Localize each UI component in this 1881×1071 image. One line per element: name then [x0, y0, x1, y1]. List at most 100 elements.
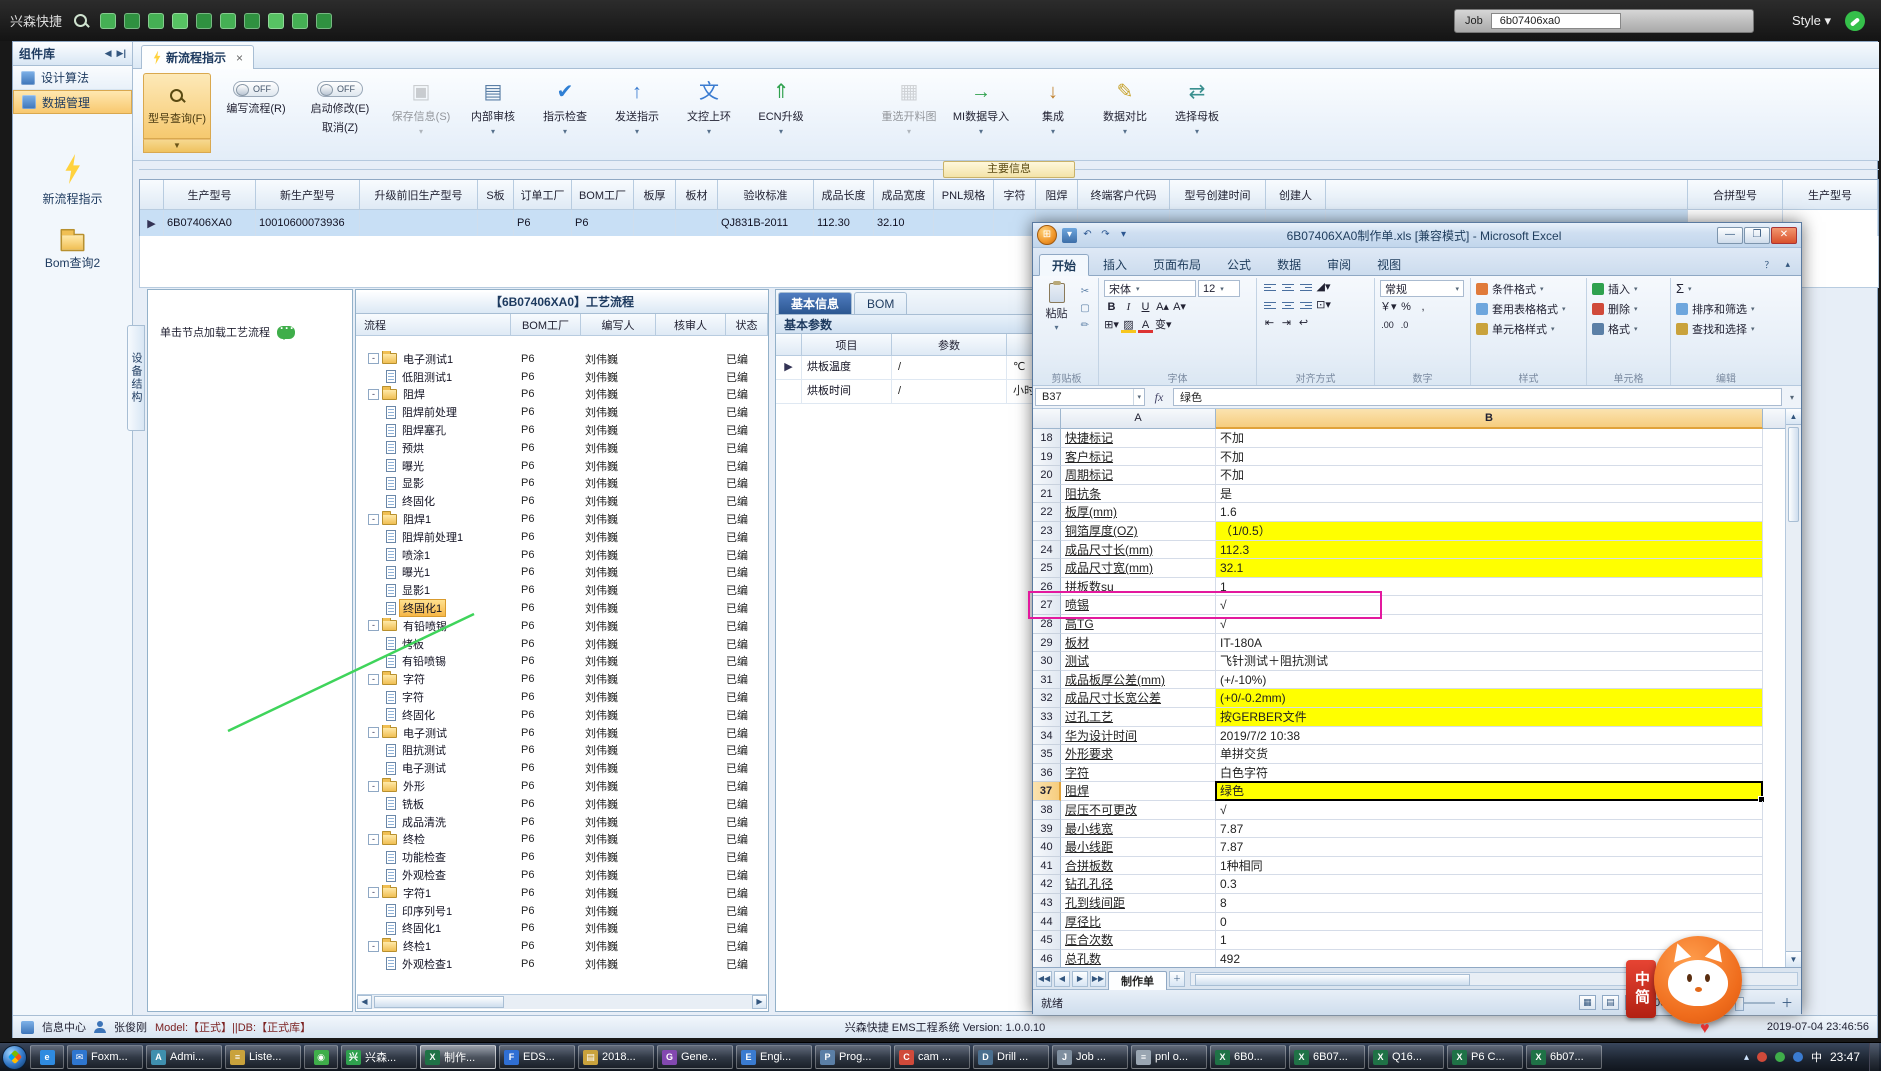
table-cell[interactable]: 32.10	[874, 210, 934, 236]
taskbar-button-[interactable]: X 制作...	[420, 1045, 496, 1069]
tree-node[interactable]: - 字符1	[356, 884, 511, 901]
tree-expand-icon[interactable]: -	[368, 513, 379, 525]
tree-row[interactable]: 成品清洗 P6 刘伟巍 已编	[356, 813, 768, 831]
tree-node[interactable]: 有铅喷锡	[356, 653, 511, 669]
tree-row[interactable]: 曝光1 P6 刘伟巍 已编	[356, 564, 768, 582]
cell-a21[interactable]: 阻抗条	[1061, 484, 1216, 504]
table-header-cell[interactable]: 新生产型号	[256, 180, 360, 210]
tree-row[interactable]: - 字符 P6 刘伟巍 已编	[356, 670, 768, 688]
table-cell[interactable]	[634, 210, 676, 236]
tree-row[interactable]: 阻焊前处理 P6 刘伟巍 已编	[356, 403, 768, 421]
row-number[interactable]: 20	[1033, 466, 1061, 485]
row-number[interactable]: 22	[1033, 503, 1061, 522]
select-all-corner[interactable]	[1033, 409, 1061, 429]
table-header-cell[interactable]: 板厚	[634, 180, 676, 210]
name-box[interactable]: B37 ▾	[1035, 388, 1145, 406]
formula-input[interactable]: 绿色	[1173, 388, 1782, 406]
row-number[interactable]: 41	[1033, 856, 1061, 876]
table-cell[interactable]	[360, 210, 478, 236]
row-number[interactable]: 45	[1033, 931, 1061, 950]
cell-b33[interactable]: 按GERBER文件	[1216, 708, 1763, 727]
device-structure-tab[interactable]: 设备结构	[127, 325, 145, 431]
close-button[interactable]: ✕	[1771, 226, 1797, 244]
toolbar-icon[interactable]	[244, 12, 261, 29]
table-header-cell[interactable]: 验收标准	[718, 180, 814, 210]
row-number[interactable]: 32	[1033, 689, 1061, 708]
row-number[interactable]: 25	[1033, 559, 1061, 578]
tree-node[interactable]: 终固化1	[356, 599, 511, 618]
scroll-up-icon[interactable]: ▲	[1786, 409, 1801, 425]
model-query-button[interactable]: 型号查询(F)	[143, 73, 211, 139]
table-header-cell[interactable]: BOM工厂	[572, 180, 634, 210]
comma-icon[interactable]: ,	[1416, 300, 1431, 315]
qat-dropdown-icon[interactable]: ▾	[1116, 228, 1131, 243]
param-value[interactable]: /	[892, 356, 1007, 379]
autosum-button[interactable]: Σ ▾	[1676, 280, 1776, 297]
tree-node[interactable]: - 电子测试	[356, 724, 511, 741]
table-header-cell[interactable]: 型号创建时间	[1170, 180, 1266, 210]
cell-a19[interactable]: 客户标记	[1061, 447, 1216, 467]
tree-row[interactable]: - 外形 P6 刘伟巍 已编	[356, 777, 768, 795]
tree-node[interactable]: 终固化1	[356, 920, 511, 936]
cell-b28[interactable]: √	[1216, 615, 1763, 634]
ribbon-button[interactable]: ⇄ 选择母板 ▾	[1161, 73, 1233, 136]
cell-a31[interactable]: 成品板厚公差(mm)	[1061, 670, 1216, 690]
cell-a38[interactable]: 层压不可更改	[1061, 801, 1216, 820]
cells-button[interactable]: 格式 ▾	[1592, 320, 1665, 337]
cut-icon[interactable]: ✂	[1077, 285, 1093, 298]
format-painter-icon[interactable]: ✏	[1077, 319, 1093, 332]
percent-icon[interactable]: %	[1399, 300, 1414, 315]
font-family-select[interactable]: 宋体 ▾	[1104, 280, 1196, 297]
ribbon-button[interactable]: 文文控上环 ▾	[673, 73, 745, 136]
tree-node[interactable]: - 阻焊1	[356, 511, 511, 527]
cell-a35[interactable]: 外形要求	[1061, 745, 1216, 764]
sheet-tab[interactable]: 制作单	[1108, 970, 1167, 990]
cell-b32[interactable]: (+0/-0.2mm)	[1216, 689, 1763, 708]
style-menu[interactable]: Style ▾	[1792, 13, 1831, 29]
row-number[interactable]: 28	[1033, 615, 1061, 634]
taskbar-button-Job[interactable]: J Job ...	[1052, 1045, 1128, 1069]
table-cell[interactable]: 6B07406XA0	[164, 210, 256, 236]
toolbar-icon[interactable]	[196, 12, 213, 29]
number-format-select[interactable]: 常规 ▾	[1380, 280, 1464, 297]
tree-expand-icon[interactable]: -	[368, 940, 379, 952]
tree-row[interactable]: - 阻焊1 P6 刘伟巍 已编	[356, 510, 768, 528]
tree-node[interactable]: 烤板	[356, 636, 511, 652]
tree-row[interactable]: - 终检 P6 刘伟巍 已编	[356, 831, 768, 849]
tree-row[interactable]: 阻焊塞孔 P6 刘伟巍 已编	[356, 421, 768, 439]
tree-row[interactable]: - 阻焊 P6 刘伟巍 已编	[356, 386, 768, 404]
dropdown-arrow-icon[interactable]: ▾	[779, 127, 783, 136]
tree-node[interactable]: 阻焊前处理	[356, 404, 511, 420]
paste-button[interactable]: 粘贴 ▾	[1040, 280, 1073, 370]
excel-tab-视图[interactable]: 视图	[1365, 253, 1413, 275]
taskbar-button-pnlo[interactable]: ≡ pnl o...	[1131, 1045, 1207, 1069]
cell-a18[interactable]: 快捷标记	[1061, 429, 1216, 448]
row-number[interactable]: 37	[1033, 782, 1061, 801]
wrap-text-icon[interactable]: ↩	[1296, 316, 1311, 331]
next-sheet-icon[interactable]: ▶	[1072, 970, 1088, 987]
tree-node[interactable]: 终固化	[356, 493, 511, 509]
tree-row[interactable]: 低阻测试1 P6 刘伟巍 已编	[356, 368, 768, 386]
tree-node[interactable]: - 终检	[356, 831, 511, 847]
row-number[interactable]: 19	[1033, 447, 1061, 467]
table-cell[interactable]	[994, 210, 1036, 236]
row-number[interactable]: 42	[1033, 875, 1061, 894]
fx-icon[interactable]: fx	[1148, 390, 1170, 405]
align-center-icon[interactable]	[1280, 299, 1296, 312]
save-icon[interactable]: ▾	[1062, 227, 1077, 243]
close-tab-icon[interactable]: ×	[236, 51, 243, 65]
param-value[interactable]: /	[892, 380, 1007, 403]
undo-icon[interactable]: ↶	[1080, 228, 1095, 243]
table-header-cell[interactable]: 创建人	[1266, 180, 1326, 210]
tree-row[interactable]: 终固化 P6 刘伟巍 已编	[356, 706, 768, 724]
table-header-cell[interactable]: 终端客户代码	[1078, 180, 1170, 210]
tree-node[interactable]: - 阻焊	[356, 386, 511, 402]
align-middle-icon[interactable]	[1280, 281, 1296, 294]
cell-a40[interactable]: 最小线距	[1061, 838, 1216, 857]
decrease-decimal-icon[interactable]: .0	[1397, 318, 1412, 333]
cell-b27[interactable]: √	[1216, 596, 1763, 615]
tree-row[interactable]: 功能检查 P6 刘伟巍 已编	[356, 848, 768, 866]
phone-icon[interactable]	[1845, 10, 1865, 31]
formula-expand-icon[interactable]: ▾	[1785, 393, 1799, 402]
dropdown-arrow-icon[interactable]: ▾	[419, 127, 423, 136]
